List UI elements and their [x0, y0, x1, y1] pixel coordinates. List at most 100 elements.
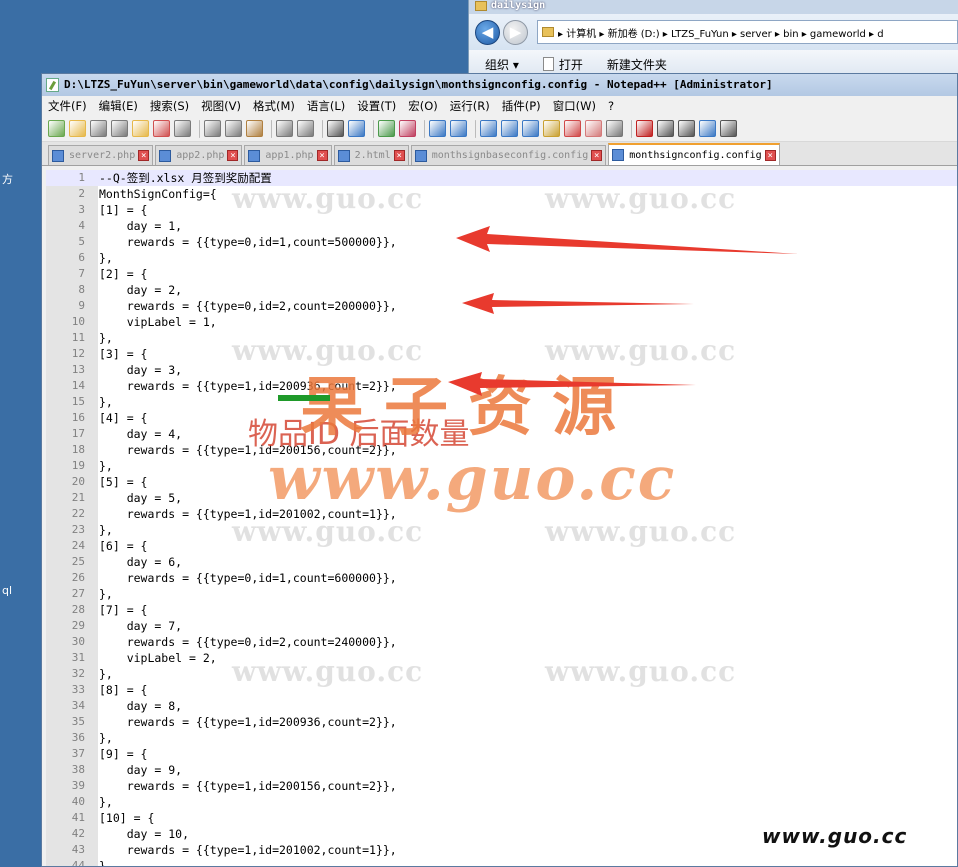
code-text[interactable]: vipLabel = 2, — [85, 650, 217, 666]
code-text[interactable]: }, — [85, 394, 113, 410]
code-line[interactable]: 23}, — [46, 522, 957, 538]
close-tab-icon[interactable]: × — [591, 150, 603, 161]
save-all-icon[interactable] — [111, 120, 128, 137]
tab-monthsignconfig-config[interactable]: monthsignconfig.config × — [608, 143, 780, 165]
code-line[interactable]: 31 vipLabel = 2, — [46, 650, 957, 666]
code-line[interactable]: 11}, — [46, 330, 957, 346]
code-text[interactable]: }, — [85, 858, 113, 866]
menu-item[interactable]: 窗口(W) — [553, 98, 596, 114]
code-text[interactable]: day = 10, — [85, 826, 189, 842]
undo-icon[interactable] — [276, 120, 293, 137]
code-text[interactable]: }, — [85, 794, 113, 810]
code-line[interactable]: 10 vipLabel = 1, — [46, 314, 957, 330]
code-text[interactable]: day = 8, — [85, 698, 182, 714]
redo-icon[interactable] — [297, 120, 314, 137]
code-line[interactable]: 33 [8] = { — [46, 682, 957, 698]
tab-monthsignbaseconfig-config[interactable]: monthsignbaseconfig.config × — [410, 145, 607, 165]
back-arrow-icon[interactable]: ◀ — [475, 19, 500, 45]
code-text[interactable]: }, — [85, 666, 113, 682]
code-line[interactable]: 24 [6] = { — [46, 538, 957, 554]
code-text[interactable]: rewards = {{type=1,id=200936,count=2}}, — [85, 714, 397, 730]
menu-item[interactable]: 语言(L) — [307, 98, 345, 114]
close-icon[interactable] — [132, 120, 149, 137]
code-text[interactable]: [5] = { — [85, 474, 147, 490]
organize-button[interactable]: 组织 ▾ — [485, 56, 519, 73]
code-text[interactable]: rewards = {{type=0,id=1,count=600000}}, — [85, 570, 397, 586]
indent-guide-icon[interactable] — [522, 120, 539, 137]
zoom-out-icon[interactable] — [399, 120, 416, 137]
play-macro-icon[interactable] — [678, 120, 695, 137]
forward-arrow-icon[interactable]: ▶ — [503, 19, 528, 45]
code-text[interactable]: day = 2, — [85, 282, 182, 298]
explorer-window[interactable]: dailysign ◀ ▶ ▸ 计算机 ▸ 新加卷 (D:) ▸ LTZS_Fu… — [468, 0, 958, 78]
menu-item[interactable]: 运行(R) — [450, 98, 490, 114]
code-text[interactable]: day = 6, — [85, 554, 182, 570]
code-text[interactable]: rewards = {{type=0,id=2,count=240000}}, — [85, 634, 397, 650]
close-tab-icon[interactable]: × — [138, 150, 150, 161]
code-line[interactable]: 39 rewards = {{type=1,id=200156,count=2}… — [46, 778, 957, 794]
close-tab-icon[interactable]: × — [393, 150, 405, 161]
print-icon[interactable] — [174, 120, 191, 137]
code-text[interactable]: }, — [85, 586, 113, 602]
code-text[interactable]: }, — [85, 250, 113, 266]
code-text[interactable]: [8] = { — [85, 682, 147, 698]
code-text[interactable]: day = 1, — [85, 218, 182, 234]
code-text[interactable]: day = 7, — [85, 618, 182, 634]
code-editor[interactable]: 1 --Q-签到.xlsx 月签到奖励配置 2 MonthSignConfig={3[… — [46, 170, 957, 866]
close-tab-icon[interactable]: × — [764, 149, 776, 161]
code-line[interactable]: 32}, — [46, 666, 957, 682]
copy-icon[interactable] — [225, 120, 242, 137]
code-text[interactable]: [1] = { — [85, 202, 147, 218]
save-macro-icon[interactable] — [720, 120, 737, 137]
code-line[interactable]: 30 rewards = {{type=0,id=2,count=240000}… — [46, 634, 957, 650]
code-line[interactable]: 26 rewards = {{type=0,id=1,count=600000}… — [46, 570, 957, 586]
code-text[interactable]: day = 3, — [85, 362, 182, 378]
save-icon[interactable] — [90, 120, 107, 137]
code-line[interactable]: 28 [7] = { — [46, 602, 957, 618]
code-line[interactable]: 2 MonthSignConfig={ — [46, 186, 957, 202]
address-bar[interactable]: ▸ 计算机 ▸ 新加卷 (D:) ▸ LTZS_FuYun ▸ server ▸… — [537, 20, 958, 44]
code-line[interactable]: 44}, — [46, 858, 957, 866]
code-line[interactable]: 38 day = 9, — [46, 762, 957, 778]
zoom-in-icon[interactable] — [378, 120, 395, 137]
paste-icon[interactable] — [246, 120, 263, 137]
code-lines[interactable]: 1 --Q-签到.xlsx 月签到奖励配置 2 MonthSignConfig={3[… — [46, 170, 957, 866]
code-line[interactable]: 8 day = 2, — [46, 282, 957, 298]
menu-item[interactable]: 文件(F) — [48, 98, 87, 114]
code-line[interactable]: 4 day = 1, — [46, 218, 957, 234]
code-line[interactable]: 27}, — [46, 586, 957, 602]
code-text[interactable]: }, — [85, 730, 113, 746]
code-line[interactable]: 40}, — [46, 794, 957, 810]
new-folder-button[interactable]: 新建文件夹 — [607, 56, 667, 73]
run-macro-icon[interactable] — [699, 120, 716, 137]
all-chars-icon[interactable] — [501, 120, 518, 137]
code-line[interactable]: 37 [9] = { — [46, 746, 957, 762]
sync-v-icon[interactable] — [429, 120, 446, 137]
menu-item[interactable]: 设置(T) — [357, 98, 396, 114]
code-line[interactable]: 35 rewards = {{type=1,id=200936,count=2}… — [46, 714, 957, 730]
code-text[interactable]: [4] = { — [85, 410, 147, 426]
code-text[interactable]: }, — [85, 330, 113, 346]
code-text[interactable]: rewards = {{type=0,id=1,count=500000}}, — [85, 234, 397, 250]
code-text[interactable]: }, — [85, 522, 113, 538]
cut-icon[interactable] — [204, 120, 221, 137]
code-text[interactable]: day = 9, — [85, 762, 182, 778]
tab-app1-php[interactable]: app1.php × — [244, 145, 332, 165]
code-line[interactable]: 25 day = 6, — [46, 554, 957, 570]
code-text[interactable]: }, — [85, 458, 113, 474]
code-line[interactable]: 29 day = 7, — [46, 618, 957, 634]
menu-item[interactable]: 宏(O) — [408, 98, 438, 114]
code-text[interactable]: MonthSignConfig={ — [85, 186, 217, 202]
code-text[interactable]: day = 4, — [85, 426, 182, 442]
code-text[interactable]: [7] = { — [85, 602, 147, 618]
code-line[interactable]: 6}, — [46, 250, 957, 266]
find-icon[interactable] — [327, 120, 344, 137]
close-tab-icon[interactable]: × — [227, 150, 239, 161]
close-tab-icon[interactable]: × — [316, 150, 328, 161]
code-text[interactable]: rewards = {{type=1,id=200156,count=2}}, — [85, 778, 397, 794]
tab-2-html[interactable]: 2.html × — [333, 145, 409, 165]
code-text[interactable]: rewards = {{type=1,id=201002,count=1}}, — [85, 842, 397, 858]
code-line[interactable]: 5 rewards = {{type=0,id=1,count=500000}}… — [46, 234, 957, 250]
code-text[interactable]: [10] = { — [85, 810, 154, 826]
stop-macro-icon[interactable] — [657, 120, 674, 137]
